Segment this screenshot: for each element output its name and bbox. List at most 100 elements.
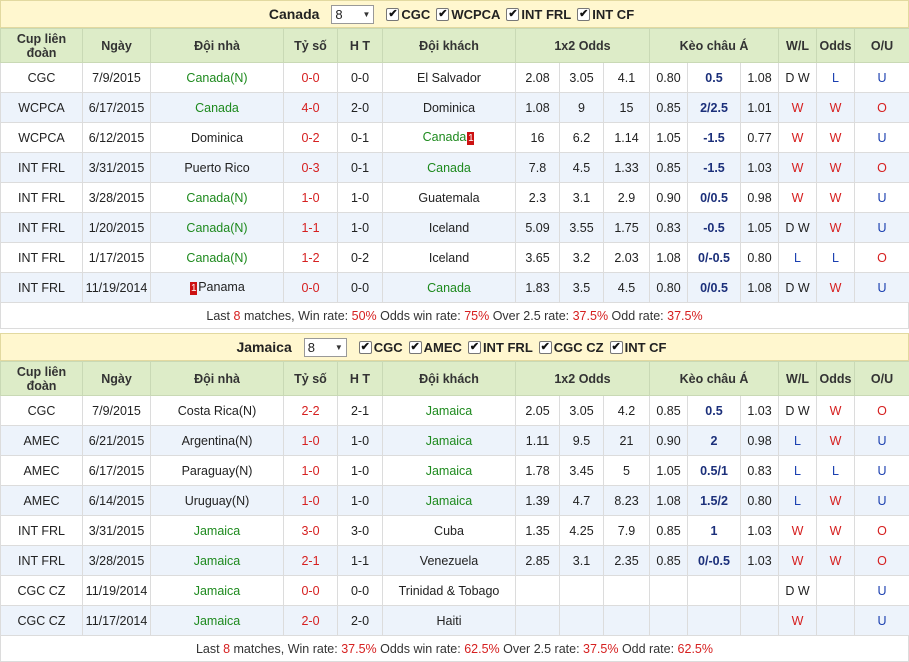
cup-cell[interactable]: INT FRL: [0, 545, 83, 576]
cup-cell[interactable]: AMEC: [0, 455, 83, 486]
cup-cell[interactable]: WCPCA: [0, 122, 83, 153]
home-team-cell[interactable]: Dominica: [150, 122, 284, 153]
away-team-cell[interactable]: Iceland: [382, 212, 516, 243]
handicap-away-cell: 0.77: [739, 122, 780, 153]
filter-checkbox[interactable]: ✔ AMEC: [408, 340, 462, 355]
match-count-select[interactable]: 8 ▼: [331, 4, 375, 24]
odds-home-cell: 16: [515, 122, 560, 153]
score-cell[interactable]: 0-0: [283, 575, 338, 606]
away-team-cell[interactable]: Iceland: [382, 242, 516, 273]
away-team-cell[interactable]: Venezuela: [382, 545, 516, 576]
score-cell[interactable]: 1-0: [283, 485, 338, 516]
checkbox-checked-icon: ✔: [467, 340, 481, 354]
cup-cell[interactable]: AMEC: [0, 485, 83, 516]
away-team-cell[interactable]: Jamaica: [382, 455, 516, 486]
cup-cell[interactable]: INT FRL: [0, 272, 83, 303]
score-cell[interactable]: 1-2: [283, 242, 338, 273]
filter-checkbox[interactable]: ✔ CGC: [358, 340, 403, 355]
home-team-cell[interactable]: Argentina(N): [150, 425, 284, 456]
score-cell[interactable]: 0-0: [283, 62, 338, 93]
away-team-cell[interactable]: Cuba: [382, 515, 516, 546]
filter-checkbox[interactable]: ✔ WCPCA: [436, 7, 500, 22]
table-row: INT FRL 3/31/2015 Puerto Rico 0-3 0-1 Canada 7…: [0, 152, 909, 183]
odds-draw-cell: 3.05: [559, 395, 604, 426]
handicap-home-cell: 0.90: [649, 182, 688, 213]
home-team-cell[interactable]: Puerto Rico: [150, 152, 284, 183]
home-team-cell[interactable]: Paraguay(N): [150, 455, 284, 486]
filter-group: ✔ CGC ✔ AMEC ✔ INT FRL ✔ CGC CZ ✔ INT CF: [358, 340, 673, 355]
match-count-select[interactable]: 8 ▼: [303, 337, 347, 357]
score-cell[interactable]: 1-0: [283, 425, 338, 456]
home-team-name: Puerto Rico: [184, 160, 250, 175]
away-team-cell[interactable]: Canada 1: [382, 122, 516, 153]
home-team-cell[interactable]: Canada(N): [150, 212, 284, 243]
halftime-cell: 1-0: [337, 182, 383, 213]
date-cell: 7/9/2015: [82, 62, 151, 93]
cup-cell[interactable]: CGC CZ: [0, 575, 83, 606]
away-team-cell[interactable]: Jamaica: [382, 395, 516, 426]
cup-cell[interactable]: INT FRL: [0, 515, 83, 546]
handicap-line-cell: 0/0.5: [687, 182, 741, 213]
checkbox-checked-icon: ✔: [609, 340, 623, 354]
score-cell[interactable]: 1-1: [283, 212, 338, 243]
handicap-line-cell: -1.5: [687, 152, 741, 183]
handicap-away-cell: 1.08: [739, 62, 780, 93]
score-cell[interactable]: 0-0: [283, 272, 338, 303]
score-cell[interactable]: 2-0: [283, 605, 338, 636]
home-team-cell[interactable]: 1 Panama: [150, 272, 284, 303]
home-team-cell[interactable]: Costa Rica(N): [150, 395, 284, 426]
filter-checkbox[interactable]: ✔ INT FRL: [467, 340, 533, 355]
cup-cell[interactable]: AMEC: [0, 425, 83, 456]
home-team-cell[interactable]: Canada(N): [150, 242, 284, 273]
cup-cell[interactable]: CGC: [0, 395, 83, 426]
home-team-cell[interactable]: Jamaica: [150, 515, 284, 546]
odds-home-cell: 1.11: [515, 425, 560, 456]
score-cell[interactable]: 0-2: [283, 122, 338, 153]
handicap-away-cell: [739, 575, 780, 606]
score-cell[interactable]: 0-3: [283, 152, 338, 183]
away-team-cell[interactable]: Trinidad & Tobago: [382, 575, 516, 606]
away-team-cell[interactable]: El Salvador: [382, 62, 516, 93]
away-team-cell[interactable]: Jamaica: [382, 485, 516, 516]
summary-label: Odd rate:: [618, 641, 678, 656]
filter-checkbox[interactable]: ✔ INT CF: [577, 7, 634, 22]
home-team-cell[interactable]: Jamaica: [150, 605, 284, 636]
away-team-cell[interactable]: Guatemala: [382, 182, 516, 213]
home-team-cell[interactable]: Canada(N): [150, 62, 284, 93]
home-team-cell[interactable]: Uruguay(N): [150, 485, 284, 516]
score-cell[interactable]: 1-0: [283, 455, 338, 486]
canada-match-table: Cup liên đoàn Ngày Đội nhà Tỷ số H T Đội khác…: [0, 28, 909, 303]
score-cell[interactable]: 1-0: [283, 182, 338, 213]
cup-cell[interactable]: WCPCA: [0, 92, 83, 123]
cup-cell[interactable]: INT FRL: [0, 152, 83, 183]
filter-checkbox[interactable]: ✔ CGC: [386, 7, 430, 22]
away-team-cell[interactable]: Dominica: [382, 92, 516, 123]
halftime-cell: 0-0: [337, 62, 383, 93]
cup-cell[interactable]: CGC CZ: [0, 605, 83, 636]
odds-result-cell: L: [816, 62, 856, 93]
away-team-cell[interactable]: Canada: [382, 152, 516, 183]
home-team-cell[interactable]: Canada(N): [150, 182, 284, 213]
score-cell[interactable]: 2-2: [283, 395, 338, 426]
score-cell[interactable]: 2-1: [283, 545, 338, 576]
away-team-cell[interactable]: Canada: [382, 272, 516, 303]
home-team-cell[interactable]: Jamaica: [150, 545, 284, 576]
filter-checkbox[interactable]: ✔ INT FRL: [506, 7, 571, 22]
filter-checkbox[interactable]: ✔ INT CF: [609, 340, 667, 355]
table-row: INT FRL 3/28/2015 Jamaica 2-1 1-1 Venezuela 2.…: [0, 545, 909, 576]
filter-checkbox[interactable]: ✔ CGC CZ: [538, 340, 604, 355]
cup-cell[interactable]: CGC: [0, 62, 83, 93]
handicap-home-cell: 1.08: [649, 242, 688, 273]
home-team-cell[interactable]: Jamaica: [150, 575, 284, 606]
away-team-cell[interactable]: Jamaica: [382, 425, 516, 456]
home-team-cell[interactable]: Canada: [150, 92, 284, 123]
away-team-cell[interactable]: Haiti: [382, 605, 516, 636]
cup-cell[interactable]: INT FRL: [0, 182, 83, 213]
summary-label: Over 2.5 rate:: [499, 641, 584, 656]
filter-label: INT CF: [592, 6, 635, 22]
away-team-name: Jamaica: [425, 433, 473, 448]
cup-cell[interactable]: INT FRL: [0, 212, 83, 243]
score-cell[interactable]: 3-0: [283, 515, 338, 546]
cup-cell[interactable]: INT FRL: [0, 242, 83, 273]
score-cell[interactable]: 4-0: [283, 92, 338, 123]
